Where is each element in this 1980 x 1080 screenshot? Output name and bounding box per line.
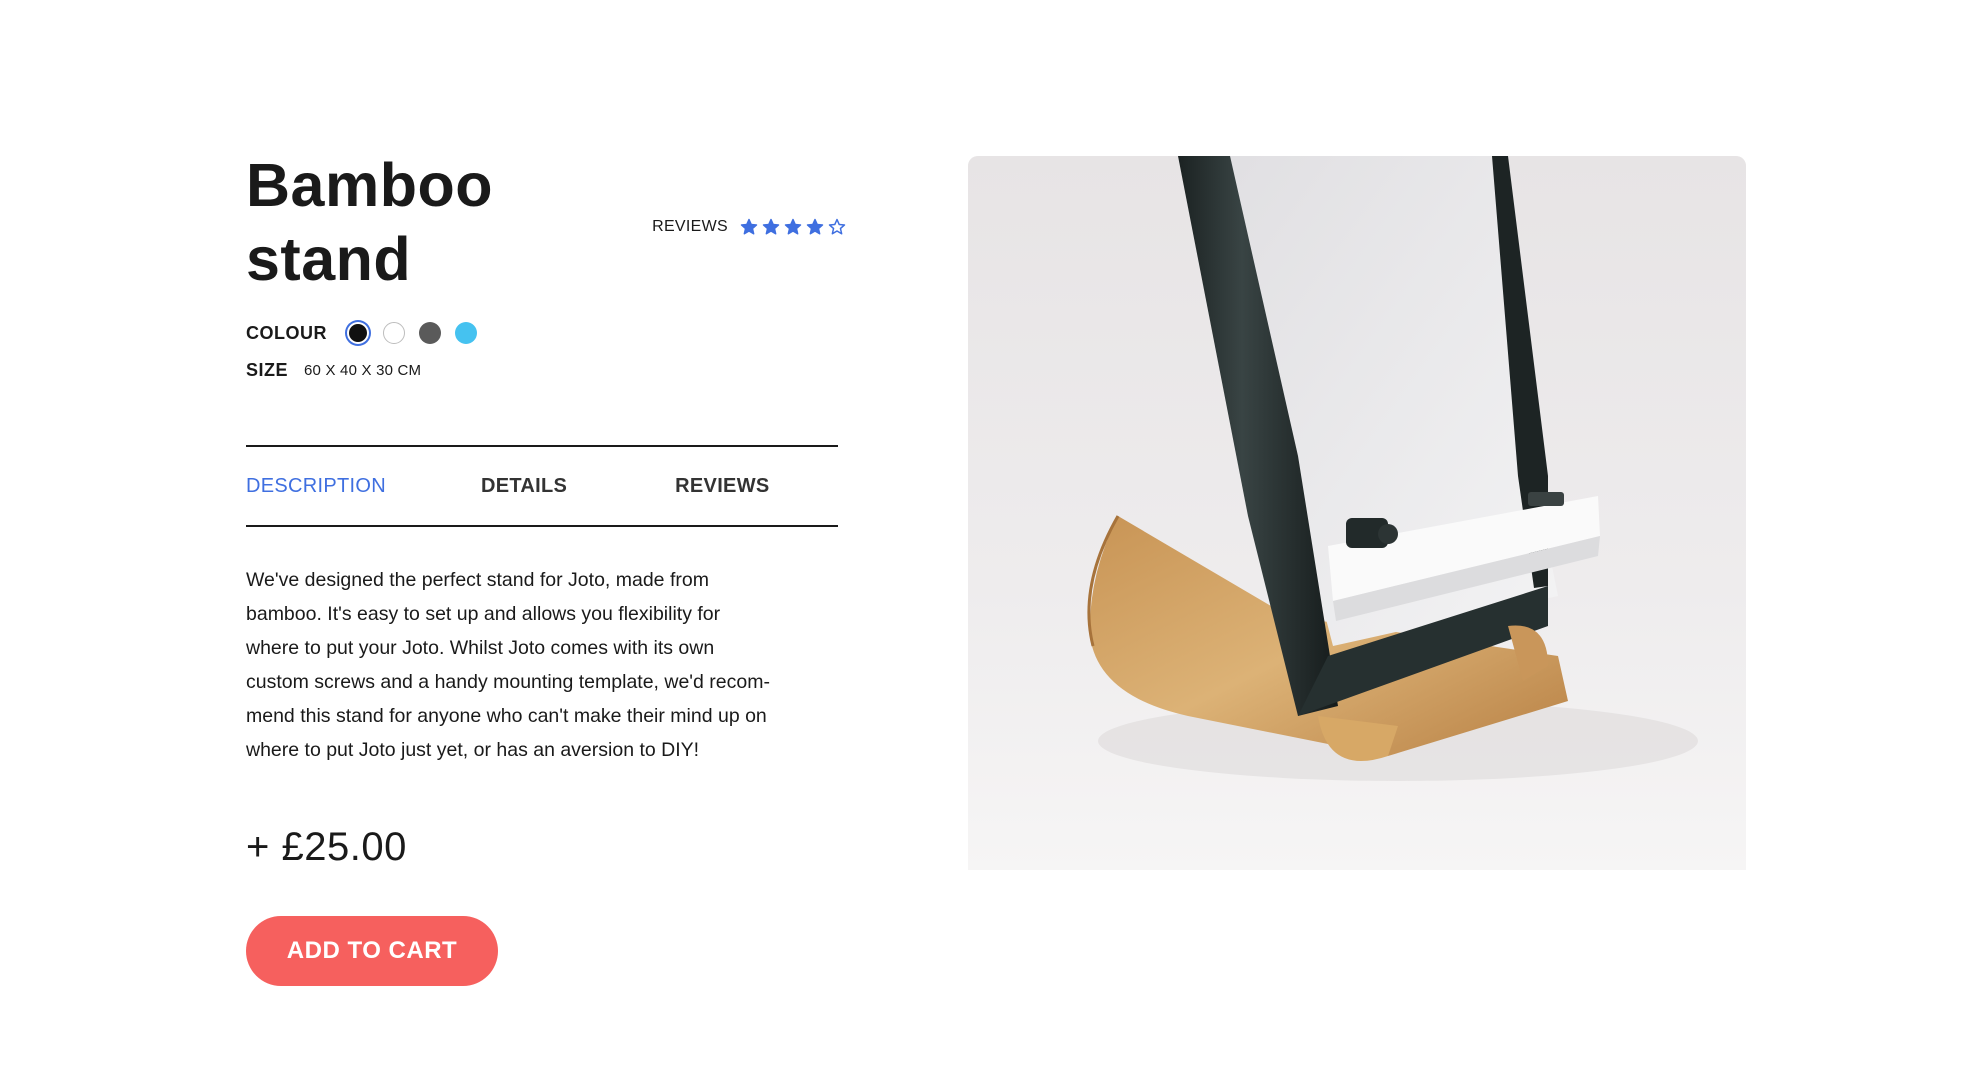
tab-description[interactable]: DESCRIPTION xyxy=(246,475,386,498)
colour-swatch-black[interactable] xyxy=(349,324,367,342)
add-to-cart-button[interactable]: ADD TO CART xyxy=(246,916,498,986)
description-line: We've designed the perfect stand for Jot… xyxy=(246,569,709,591)
star-filled-icon xyxy=(784,218,802,235)
title-row: Bamboo stand REVIEWS xyxy=(246,148,846,296)
description-line: where to put your Joto. Whilst Joto come… xyxy=(246,637,715,659)
colour-row: COLOUR xyxy=(246,322,846,344)
product-page: Bamboo stand REVIEWS COLOUR SIZE 60 X 40… xyxy=(0,0,1980,1080)
size-value: 60 X 40 X 30 CM xyxy=(304,362,422,379)
star-rating xyxy=(740,218,846,236)
description-line: mend this stand for anyone who can't mak… xyxy=(246,705,767,727)
star-filled-icon xyxy=(806,218,824,235)
reviews-label: REVIEWS xyxy=(652,218,728,235)
tab-reviews[interactable]: REVIEWS xyxy=(675,475,769,498)
description-line: where to put Joto just yet, or has an av… xyxy=(246,739,700,761)
colour-label: COLOUR xyxy=(246,322,327,343)
product-tabs: DESCRIPTION DETAILS REVIEWS xyxy=(246,445,838,527)
product-price: + £25.00 xyxy=(246,825,407,869)
product-photo xyxy=(968,156,1746,870)
colour-swatch-grey[interactable] xyxy=(419,322,441,344)
colour-swatches xyxy=(347,322,477,344)
bamboo-stand-photo xyxy=(968,156,1746,870)
size-row: SIZE 60 X 40 X 30 CM xyxy=(246,360,846,381)
star-filled-icon xyxy=(762,218,780,235)
colour-swatch-white[interactable] xyxy=(383,322,405,344)
product-info: Bamboo stand REVIEWS COLOUR SIZE 60 X 40… xyxy=(246,148,846,986)
description-line: bamboo. It's easy to set up and allows y… xyxy=(246,603,721,625)
size-label: SIZE xyxy=(246,360,289,380)
star-empty-icon xyxy=(828,218,846,235)
colour-swatch-light-blue[interactable] xyxy=(455,322,477,344)
product-title: Bamboo stand xyxy=(246,151,493,293)
description-line: custom screws and a handy mounting templ… xyxy=(246,671,770,693)
tab-details[interactable]: DETAILS xyxy=(481,475,567,498)
product-description: We've designed the perfect stand for Jot… xyxy=(246,563,816,767)
star-filled-icon xyxy=(740,218,758,235)
reviews-summary[interactable]: REVIEWS xyxy=(652,218,846,236)
